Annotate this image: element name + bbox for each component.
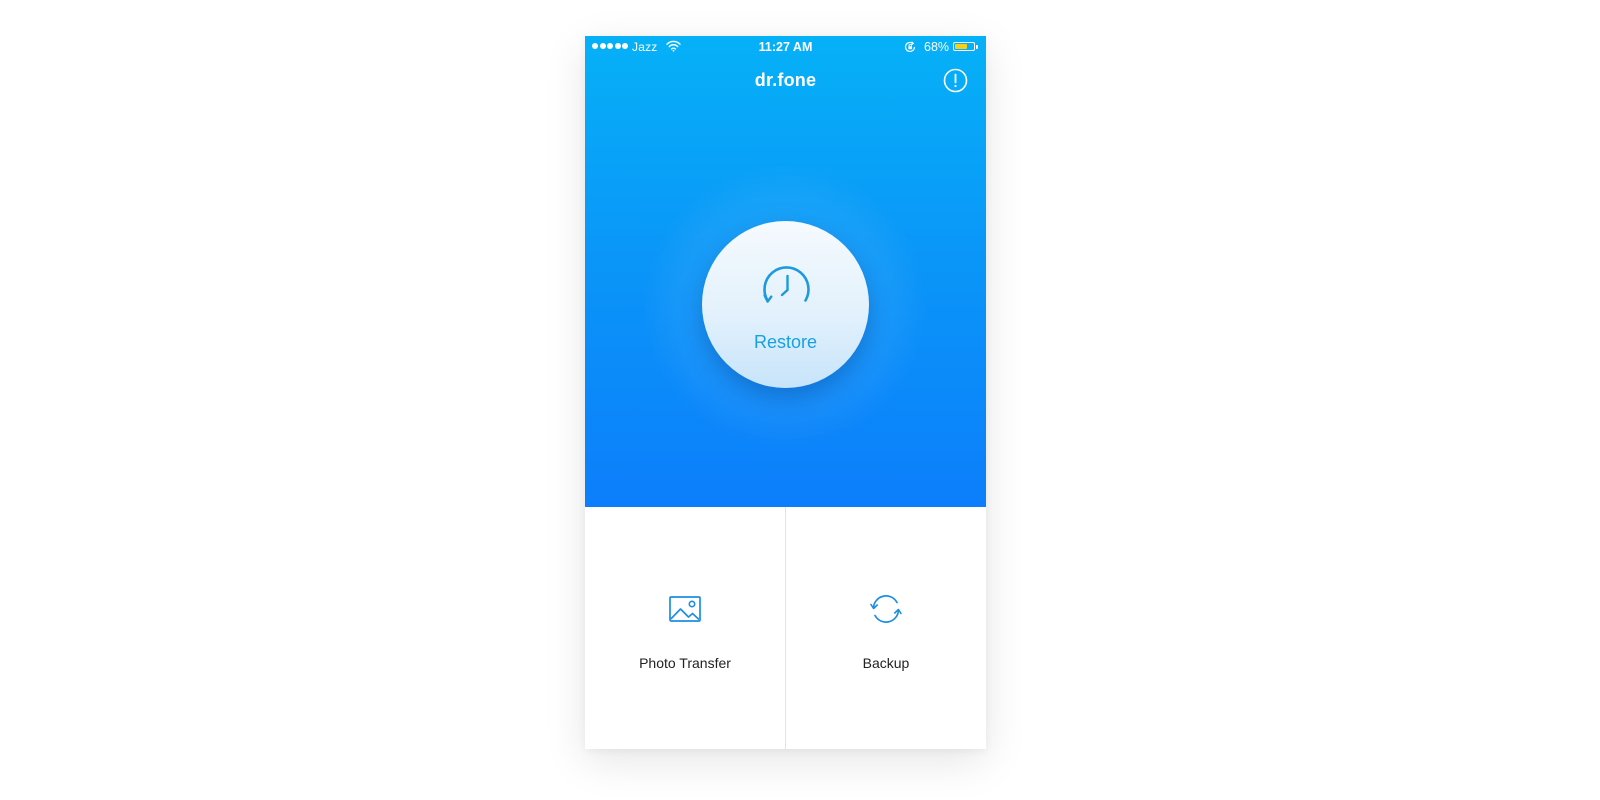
battery-icon xyxy=(953,42,975,51)
hero-panel: Jazz 11:27 AM 68% dr.fone Restore xyxy=(585,36,986,507)
battery-cap xyxy=(976,45,978,49)
app-window: Jazz 11:27 AM 68% dr.fone Restore Photo … xyxy=(585,36,986,749)
battery-percent: 68% xyxy=(924,40,950,54)
app-title: dr.fone xyxy=(754,70,817,90)
orientation-lock-icon xyxy=(904,41,916,53)
battery-fill xyxy=(955,44,968,49)
restore-button[interactable]: Restore xyxy=(702,221,869,388)
photo-transfer-label: Photo Transfer xyxy=(639,655,731,671)
status-bar: Jazz 11:27 AM 68% xyxy=(585,36,986,58)
clock-restore-icon xyxy=(763,266,810,303)
backup-tile[interactable]: Backup xyxy=(786,507,986,749)
photo-transfer-tile[interactable]: Photo Transfer xyxy=(585,507,785,749)
sync-icon xyxy=(870,595,902,623)
backup-label: Backup xyxy=(862,655,910,671)
restore-label: Restore xyxy=(753,332,818,352)
photo-icon xyxy=(669,596,701,622)
info-circle-icon[interactable] xyxy=(943,68,968,93)
feature-tiles: Photo Transfer Backup xyxy=(585,507,986,749)
